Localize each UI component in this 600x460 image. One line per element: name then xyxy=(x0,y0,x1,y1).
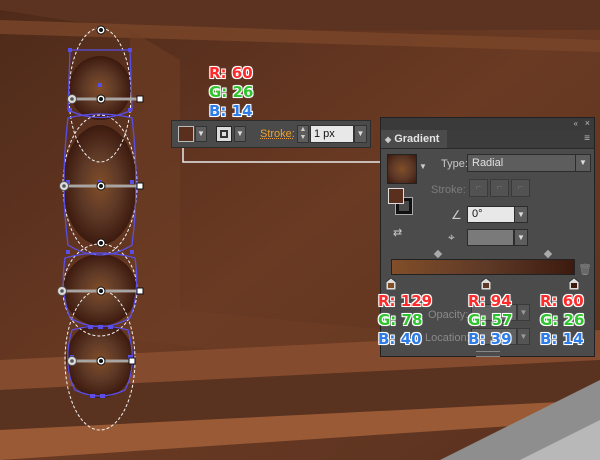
b-value: 40 xyxy=(400,330,422,348)
stroke-stepper[interactable]: ▲ ▼ xyxy=(297,125,309,143)
r-label: R: xyxy=(209,64,227,82)
stroke-along-button[interactable]: ⌐ xyxy=(490,179,509,197)
control-bar: ▼ ▼ Stroke: ▲ ▼ 1 px ▼ xyxy=(171,120,371,148)
g-label: G: xyxy=(540,311,559,329)
r-value: 60 xyxy=(562,292,584,310)
g-value: 57 xyxy=(491,311,513,329)
r-value: 129 xyxy=(400,292,433,310)
b-label: B: xyxy=(468,330,486,348)
b-label: B: xyxy=(209,102,227,120)
top-rgb-readout: R: 60 G: 26 B: 14 xyxy=(209,64,253,121)
r-value: 60 xyxy=(231,64,253,82)
reverse-gradient-icon[interactable]: ⇄ xyxy=(393,226,402,239)
gradient-slider[interactable] xyxy=(391,259,575,275)
midpoint-diamond[interactable] xyxy=(433,249,443,259)
fill-swatch[interactable] xyxy=(178,126,194,142)
delete-stop-icon[interactable]: 🗑 xyxy=(578,263,592,276)
chevron-down-icon: ▼ xyxy=(575,155,590,171)
stroke-weight-input[interactable]: 1 px xyxy=(310,125,354,143)
color-stop-3[interactable] xyxy=(569,278,579,290)
tab-gradient[interactable]: ◆ Gradient xyxy=(381,130,448,148)
aspect-ratio-dropdown[interactable]: ▼ xyxy=(514,229,528,246)
stroke-dropdown[interactable]: ▼ xyxy=(234,126,246,142)
b-value: 14 xyxy=(231,102,253,120)
chevron-down-icon: ▼ xyxy=(356,129,365,138)
b-label: B: xyxy=(540,330,558,348)
chevron-down-icon: ▼ xyxy=(519,332,528,341)
stop-2-rgb-readout: R: 94 G: 57 B: 39 xyxy=(468,292,512,349)
r-label: R: xyxy=(378,292,396,310)
close-icon[interactable]: × xyxy=(585,118,590,129)
stroke-label[interactable]: Stroke: xyxy=(260,128,295,140)
b-value: 39 xyxy=(490,330,512,348)
b-value: 14 xyxy=(562,330,584,348)
panel-tab-row: ◆ Gradient ≡ xyxy=(381,130,594,149)
fill-stroke-swatch[interactable] xyxy=(388,188,414,216)
chevron-down-icon: ▼ xyxy=(517,233,525,242)
g-label: G: xyxy=(468,311,487,329)
r-label: R: xyxy=(540,292,558,310)
aspect-ratio-icon: ⌖ xyxy=(448,230,455,244)
angle-icon: ∠ xyxy=(451,208,462,222)
stroke-within-button[interactable]: ⌐ xyxy=(469,179,488,197)
stroke-swatch-inner xyxy=(220,130,228,138)
panel-menu-icon[interactable]: ≡ xyxy=(584,133,590,145)
midpoint-diamond[interactable] xyxy=(543,249,553,259)
stop-1-rgb-readout: R: 129 G: 78 B: 40 xyxy=(378,292,432,349)
type-value: Radial xyxy=(472,157,504,169)
stroke-swatch[interactable] xyxy=(216,126,232,142)
g-value: 26 xyxy=(563,311,585,329)
stroke-weight-dropdown[interactable]: ▼ xyxy=(354,125,367,143)
g-label: G: xyxy=(378,311,397,329)
type-label: Type: xyxy=(441,158,468,170)
stop-3-rgb-readout: R: 60 G: 26 B: 14 xyxy=(540,292,584,349)
g-value: 78 xyxy=(401,311,423,329)
chevron-down-icon: ▼ xyxy=(519,308,528,317)
panel-titlebar[interactable]: « × xyxy=(381,118,594,130)
chevron-down-icon: ▼ xyxy=(197,129,205,138)
angle-dropdown[interactable]: ▼ xyxy=(514,206,528,223)
stroke-label: Stroke: xyxy=(431,184,466,196)
collapse-icon[interactable]: « xyxy=(574,118,578,129)
stroke-across-button[interactable]: ⌐ xyxy=(511,179,530,197)
chevron-down-icon: ▼ xyxy=(236,129,244,138)
opacity-label: Opacity: xyxy=(428,309,469,321)
r-label: R: xyxy=(468,292,486,310)
fill-swatch[interactable] xyxy=(388,188,404,204)
resize-grip[interactable] xyxy=(476,351,500,357)
r-value: 94 xyxy=(490,292,512,310)
tab-arrows-icon: ◆ xyxy=(385,135,392,144)
aspect-ratio-input[interactable] xyxy=(467,229,514,246)
type-select[interactable]: Radial ▼ xyxy=(467,154,591,172)
b-label: B: xyxy=(378,330,396,348)
chevron-down-icon[interactable]: ▼ xyxy=(419,162,427,171)
bead-1[interactable] xyxy=(69,56,131,120)
g-label: G: xyxy=(209,83,228,101)
g-value: 26 xyxy=(232,83,254,101)
color-stop-1[interactable] xyxy=(386,278,396,290)
chevron-down-icon: ▼ xyxy=(517,210,525,219)
fill-dropdown[interactable]: ▼ xyxy=(195,126,207,142)
color-stop-2[interactable] xyxy=(481,278,491,290)
opacity-dropdown[interactable]: ▼ xyxy=(517,304,530,321)
location-dropdown[interactable]: ▼ xyxy=(517,328,530,345)
gradient-preview-swatch[interactable] xyxy=(387,154,417,184)
tab-gradient-label: Gradient xyxy=(394,133,440,145)
